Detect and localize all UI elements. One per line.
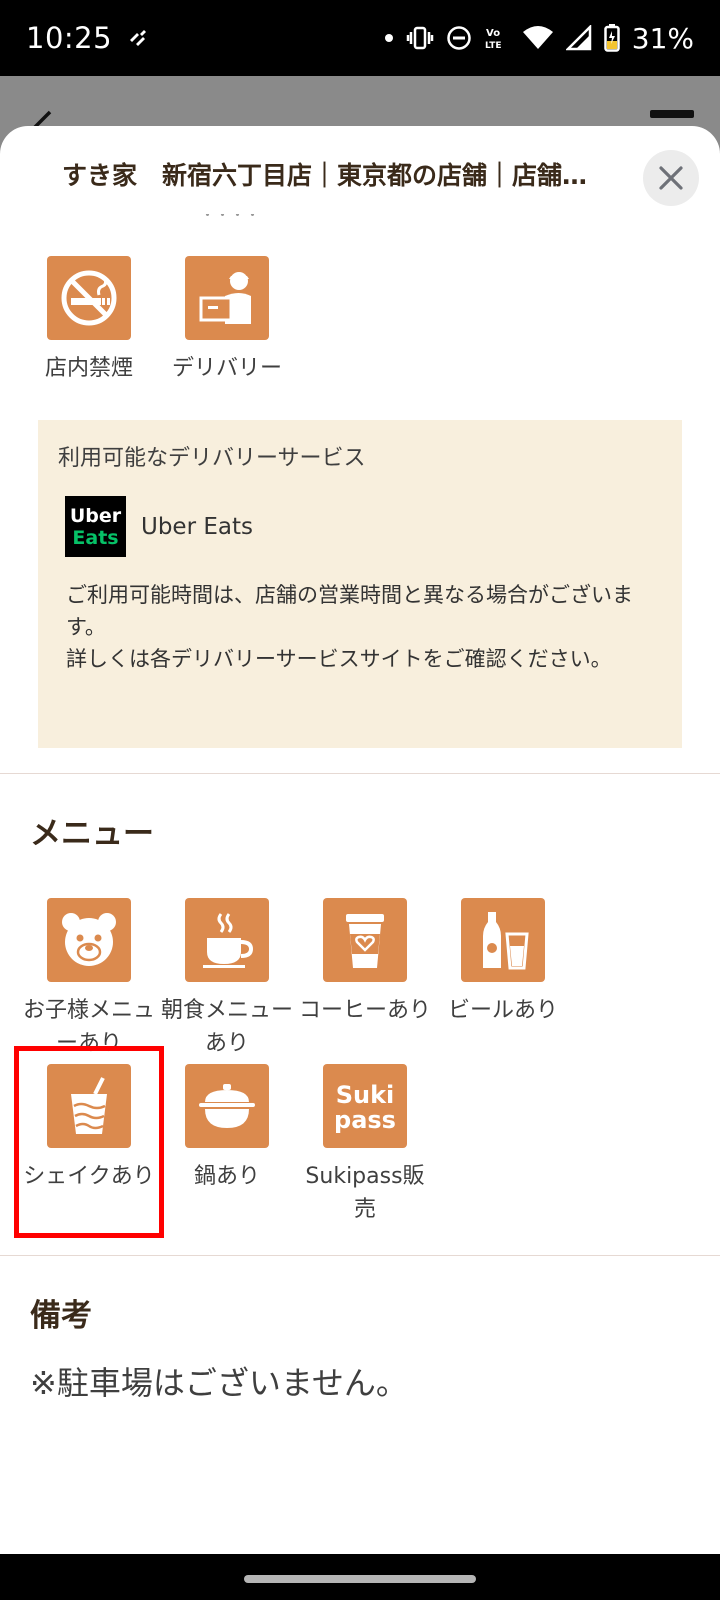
home-gesture-handle[interactable] [244,1575,476,1583]
menu-label: 鍋あり [193,1164,260,1189]
takeout-coffee-icon [323,898,407,982]
screen: 10:25 Vo LTE 31% すき家 新宿六丁目店｜東京都の店舗｜店舗検 ・… [0,0,720,1600]
close-button[interactable] [643,150,699,206]
facility-label: デリバリー [171,356,282,381]
battery-percent: 31% [631,21,694,55]
clipped-scroll-text: ・・・・ [200,214,261,224]
delivery-note: ご利用可能時間は、店舗の営業時間と異なる場合がございます。 詳しくは各デリバリー… [66,579,636,675]
facility-item-no-smoking: 店内禁煙 [20,256,158,385]
volte-icon: Vo LTE [484,25,510,51]
clock: 10:25 [26,21,113,55]
sukipass-logo-top: Suki [336,1081,395,1109]
no-smoking-icon [47,256,131,340]
remarks-heading: 備考 [30,1298,92,1334]
delivery-heading: 利用可能なデリバリーサービス [58,446,366,471]
menu-label: コーヒーあり [298,998,431,1023]
highlight-box [14,1046,164,1238]
dnd-icon [446,25,472,51]
close-icon [659,166,683,190]
signal-icon [565,25,592,51]
store-detail-sheet: すき家 新宿六丁目店｜東京都の店舗｜店舗検索｜すき家 ・・・・ 店内禁煙 [0,126,720,1554]
menu-label: ビールあり [447,998,558,1023]
wifi-icon [522,25,554,51]
delivery-service-uber-eats[interactable]: Uber Eats Uber Eats [65,496,662,557]
beer-icon [461,898,545,982]
delivery-service-name: Uber Eats [141,513,253,540]
menu-label: 朝食メニューあり [160,998,293,1056]
uber-eats-logo: Uber Eats [65,496,126,557]
facility-item-delivery: デリバリー [158,256,296,385]
sukipass-logo-bottom: pass [334,1106,396,1134]
status-left: 10:25 [26,21,150,55]
background-menu-icon [650,110,694,118]
status-right: Vo LTE 31% [384,22,694,55]
vibrate-icon [406,26,434,50]
delivery-icon [185,256,269,340]
svg-text:Vo: Vo [486,28,500,39]
menu-label: Sukipass販売 [305,1164,425,1222]
status-bar: 10:25 Vo LTE 31% [0,0,720,76]
remarks-text: ※駐車場はございません。 [30,1364,408,1402]
menu-item-sukipass: Suki pass Sukipass販売 [296,1064,434,1226]
sheet-header: すき家 新宿六丁目店｜東京都の店舗｜店舗検索｜すき家 [0,126,720,226]
dot-icon [384,33,394,43]
sheet-title: すき家 新宿六丁目店｜東京都の店舗｜店舗検索｜すき家 [62,161,607,190]
delivery-info-box: 利用可能なデリバリーサービス Uber Eats Uber Eats ご利用可能… [38,420,682,748]
section-divider [0,1255,720,1256]
sukipass-icon: Suki pass [323,1064,407,1148]
facility-label: 店内禁煙 [44,356,133,381]
menu-item-beer: ビールあり [434,898,572,1027]
svg-text:LTE: LTE [485,41,502,51]
navigation-bar [0,1554,720,1600]
menu-heading: メニュー [30,816,154,852]
delivery-note-line: ご利用可能時間は、店舗の営業時間と異なる場合がございます。 [66,583,633,639]
coffee-cup-icon [185,898,269,982]
menu-item-coffee: コーヒーあり [296,898,434,1027]
eats-logo-text: Eats [72,526,119,549]
notification-app-icon [126,28,150,48]
delivery-note-line: 詳しくは各デリバリーサービスサイトをご確認ください。 [66,647,612,671]
menu-item-nabe: 鍋あり [158,1064,296,1193]
battery-icon [604,24,620,52]
section-divider [0,773,720,774]
uber-logo-text: Uber [69,504,122,527]
menu-item-breakfast: 朝食メニューあり [158,898,296,1060]
pot-icon [185,1064,269,1148]
menu-item-kids: お子様メニューあり [20,898,158,1060]
bear-icon [47,898,131,982]
